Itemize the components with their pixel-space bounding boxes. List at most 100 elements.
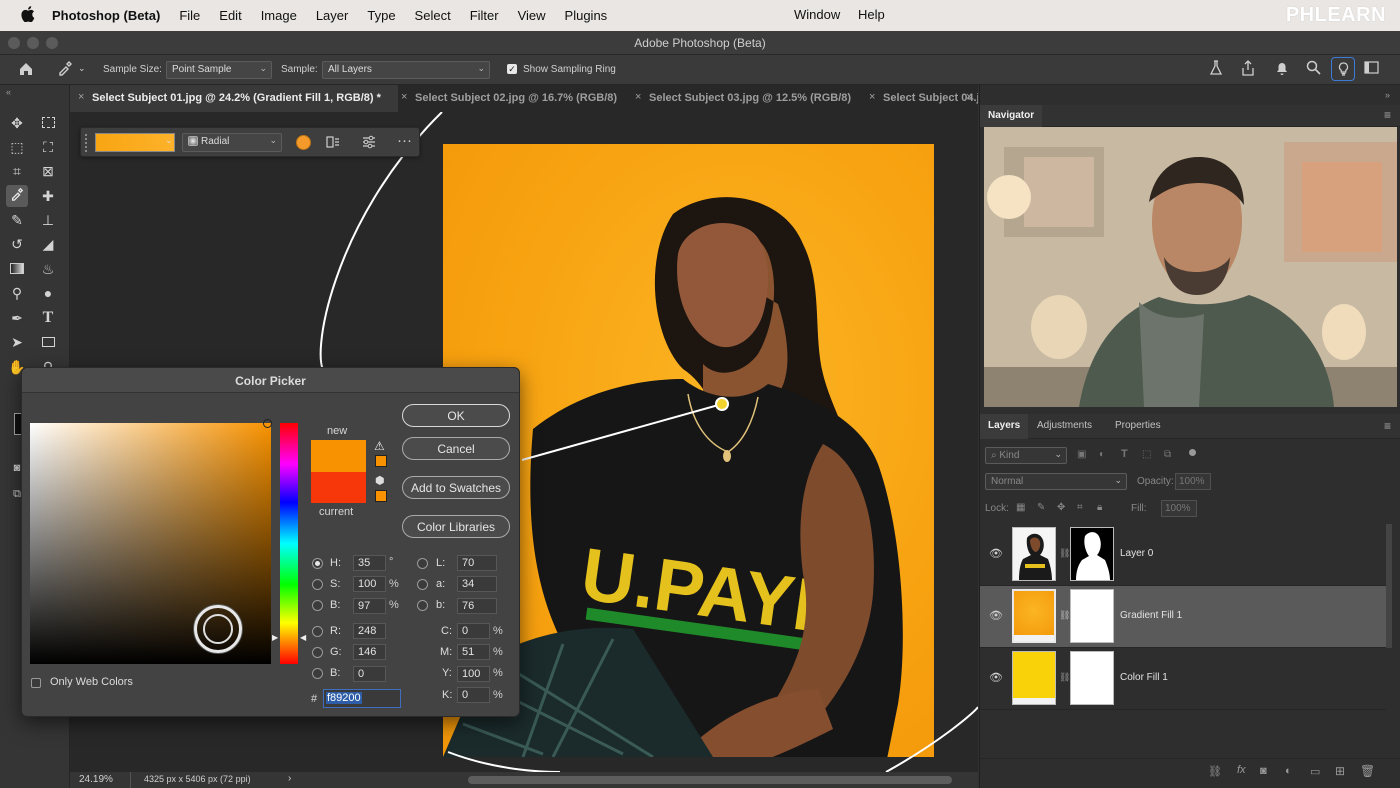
blur-tool-icon[interactable]: ♨ (37, 258, 59, 280)
status-arrow-icon[interactable]: › (288, 773, 291, 784)
hue-input[interactable]: 35 (353, 555, 386, 571)
filter-toggle-icon[interactable] (1189, 449, 1196, 456)
hue-slider-left-arrow[interactable]: ▶ (272, 633, 278, 642)
layer-row-color-fill-1[interactable]: 👁︎ ⛓︎ Color Fill 1 (980, 648, 1386, 710)
add-mask-icon[interactable]: ◙ (1260, 765, 1267, 777)
blue-input[interactable]: 0 (353, 666, 386, 682)
layer-row-gradient-fill-1[interactable]: 👁︎ ⛓︎ Gradient Fill 1 (980, 586, 1386, 648)
black-input[interactable]: 0 (457, 687, 490, 703)
link-layers-icon[interactable]: ⛓︎ (1208, 765, 1222, 778)
horizontal-scrollbar[interactable] (468, 776, 952, 784)
healing-brush-tool-icon[interactable]: ✚ (37, 185, 59, 207)
lightbulb-icon[interactable] (1331, 57, 1355, 81)
eyedropper-icon[interactable] (55, 60, 75, 79)
menu-type[interactable]: Type (367, 8, 395, 23)
type-tool-icon[interactable]: T (37, 307, 59, 329)
tab-navigator[interactable]: Navigator (980, 105, 1043, 127)
flask-icon[interactable] (1208, 60, 1224, 79)
workspace-icon[interactable] (1362, 61, 1380, 77)
app-menu[interactable]: Photoshop (Beta) (52, 8, 160, 23)
new-group-icon[interactable]: ▭ (1310, 765, 1320, 778)
fx-icon[interactable]: fx (1237, 764, 1246, 776)
layers-scrollbar[interactable] (1386, 524, 1392, 648)
saturation-input[interactable]: 100 (353, 576, 386, 592)
gradient-tool-icon[interactable] (6, 258, 28, 280)
gamut-swatch[interactable] (375, 455, 387, 467)
magenta-input[interactable]: 51 (457, 644, 490, 660)
fill-input[interactable]: 100% (1161, 500, 1197, 517)
hue-slider-right-arrow[interactable]: ◀ (300, 633, 306, 642)
brightness-input[interactable]: 97 (353, 598, 386, 614)
sponge-tool-icon[interactable]: ● (37, 282, 59, 304)
layer-kind-filter[interactable]: ⌕ Kind ⌄ (985, 447, 1067, 464)
hue-radio[interactable] (312, 558, 323, 569)
filter-smart-object-icon[interactable]: ⧉ (1164, 449, 1171, 460)
lock-all-icon[interactable]: 🔒︎ (1097, 502, 1102, 513)
eraser-tool-icon[interactable]: ◢ (37, 233, 59, 255)
navigator-preview[interactable] (984, 127, 1397, 407)
link-icon[interactable]: ⛓︎ (1059, 548, 1070, 559)
link-icon[interactable]: ⛓︎ (1059, 610, 1070, 621)
more-options-icon[interactable]: ··· (397, 132, 412, 149)
crop-tool-icon[interactable]: ⌗ (6, 160, 28, 182)
lab-l-input[interactable]: 70 (457, 555, 497, 571)
new-adjustment-icon[interactable]: ◐ (1285, 765, 1292, 777)
menu-window[interactable]: Window (794, 7, 840, 22)
saturation-radio[interactable] (312, 579, 323, 590)
tab-select-subject-02[interactable]: Select Subject 02.jpg @ 16.7% (RGB/8) × (398, 85, 632, 112)
sample-size-select[interactable]: Point Sample ⌄ (166, 61, 272, 79)
tab-select-subject-01[interactable]: Select Subject 01.jpg @ 24.2% (Gradient … (70, 85, 398, 112)
brightness-radio[interactable] (312, 600, 323, 611)
panel-menu-icon[interactable]: ≡ (1384, 108, 1391, 122)
menu-help[interactable]: Help (858, 7, 885, 22)
menu-file[interactable]: File (179, 8, 200, 23)
menu-image[interactable]: Image (261, 8, 297, 23)
color-stop-swatch[interactable] (296, 135, 311, 150)
menu-filter[interactable]: Filter (470, 8, 499, 23)
gradient-preview-swatch[interactable] (95, 133, 175, 152)
layer-mask-thumbnail[interactable] (1070, 527, 1114, 581)
green-input[interactable]: 146 (353, 644, 386, 660)
menu-edit[interactable]: Edit (219, 8, 241, 23)
marquee-tool-icon[interactable] (37, 112, 59, 134)
pen-tool-icon[interactable]: ✒ (6, 307, 28, 329)
sliders-icon[interactable] (361, 134, 377, 153)
opacity-input[interactable]: 100% (1175, 473, 1211, 490)
visibility-eye-icon[interactable]: 👁︎ (989, 547, 1003, 560)
layer-mask-thumbnail[interactable] (1070, 651, 1114, 705)
lock-position-icon[interactable]: ✥ (1057, 502, 1065, 513)
web-safe-swatch[interactable] (375, 490, 387, 502)
blue-radio[interactable] (312, 668, 323, 679)
web-safe-cube-icon[interactable]: ⬢ (375, 474, 385, 487)
gradient-type-select[interactable]: Radial ⌄ (182, 133, 282, 152)
bell-icon[interactable] (1274, 60, 1290, 79)
reverse-gradient-icon[interactable] (325, 134, 341, 153)
new-layer-icon[interactable]: ⊞ (1335, 764, 1345, 778)
red-radio[interactable] (312, 626, 323, 637)
eyedropper-tool-icon[interactable] (6, 185, 28, 207)
tab-select-subject-04[interactable]: Select Subject 04.j × × (866, 85, 978, 112)
brush-tool-icon[interactable]: ✎ (6, 209, 28, 231)
tab-layers[interactable]: Layers (980, 414, 1029, 439)
layer-mask-thumbnail[interactable] (1070, 589, 1114, 643)
home-icon[interactable] (16, 61, 36, 80)
out-of-gamut-warning-icon[interactable]: ⚠ (374, 439, 385, 453)
lock-artboard-icon[interactable]: ⌗ (1077, 502, 1083, 513)
close-tab-icon[interactable]: × (401, 91, 407, 103)
lab-a-input[interactable]: 34 (457, 576, 497, 592)
lock-pixels-icon[interactable]: ✎ (1037, 502, 1045, 513)
zoom-level[interactable]: 24.19% (79, 774, 113, 785)
menu-plugins[interactable]: Plugins (565, 8, 608, 23)
yellow-input[interactable]: 100 (457, 666, 490, 682)
menu-layer[interactable]: Layer (316, 8, 349, 23)
add-to-swatches-button[interactable]: Add to Swatches (402, 476, 510, 499)
sample-layers-select[interactable]: All Layers ⌄ (322, 61, 490, 79)
lab-l-radio[interactable] (417, 558, 428, 569)
menu-select[interactable]: Select (415, 8, 451, 23)
tab-adjustments[interactable]: Adjustments (1029, 414, 1100, 436)
layer-row-layer-0[interactable]: 👁︎ ⛓︎ Layer 0 (980, 524, 1386, 586)
close-tab-icon[interactable]: × (966, 91, 972, 103)
path-selection-tool-icon[interactable]: ➤ (6, 331, 28, 353)
frame-tool-icon[interactable]: ⊠ (37, 160, 59, 182)
dodge-tool-icon[interactable]: ⚲ (6, 282, 28, 304)
